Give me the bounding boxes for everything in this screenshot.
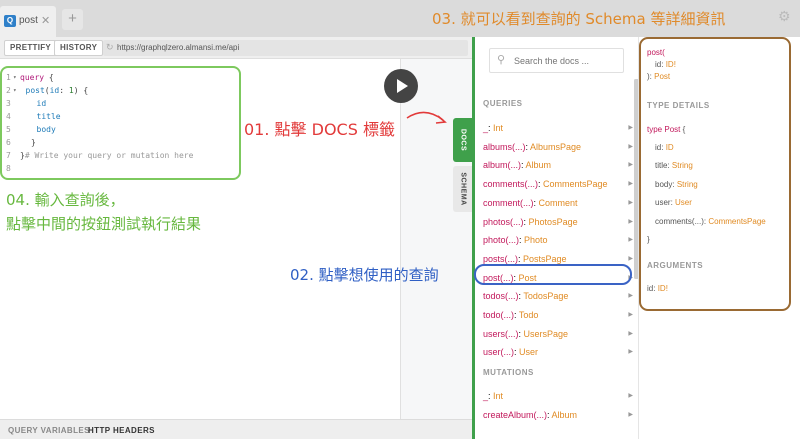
tab-title: post [19, 15, 38, 26]
query-variables-tab[interactable]: QUERY VARIABLES [8, 426, 90, 435]
query-item[interactable]: comment(...): Comment ▶ [483, 196, 633, 210]
docs-side-tab-label: DOCS [459, 128, 467, 152]
query-item-type[interactable]: UsersPage [524, 329, 569, 339]
query-item-name: photo(...) [483, 235, 520, 246]
query-item[interactable]: _: Int ▶ [483, 121, 633, 135]
docs-search-input[interactable] [514, 56, 619, 66]
mutation-item[interactable]: createAlbum(...): Album ▶ [483, 408, 633, 422]
schema-side-tab-label: SCHEMA [459, 172, 467, 206]
chevron-right-icon: ▶ [628, 181, 633, 188]
detail-highlight-box [639, 37, 791, 311]
query-item[interactable]: albums(...): AlbumsPage ▶ [483, 140, 633, 154]
annotation-01: 01. 點擊 DOCS 標籤 [244, 120, 395, 139]
chevron-right-icon: ▶ [628, 393, 633, 399]
query-item[interactable]: photos(...): PhotosPage ▶ [483, 215, 633, 229]
reload-icon[interactable]: ↻ [106, 42, 114, 53]
query-item-name: user(...) [483, 347, 515, 358]
http-headers-tab[interactable]: HTTP HEADERS [88, 426, 155, 435]
query-item-name: albums(...) [483, 141, 526, 152]
schema-side-tab[interactable]: SCHEMA [453, 166, 473, 212]
query-item-type[interactable]: User [519, 347, 538, 357]
query-item[interactable]: album(...): Album ▶ [483, 158, 633, 172]
chevron-right-icon: ▶ [628, 162, 633, 169]
queries-section-title: QUERIES [483, 99, 523, 108]
chevron-right-icon: ▶ [628, 293, 633, 300]
query-item-name: comment(...) [483, 197, 534, 208]
history-button[interactable]: HISTORY [54, 40, 104, 56]
query-item-name: album(...) [483, 160, 522, 171]
chevron-right-icon: ▶ [628, 218, 633, 225]
query-item[interactable]: user(...): User ▶ [483, 345, 633, 359]
query-item-type[interactable]: PhotosPage [529, 217, 578, 227]
mutation-item-name: _ [483, 391, 489, 401]
add-tab-button[interactable]: + [62, 9, 83, 30]
mutations-section-title: MUTATIONS [483, 368, 534, 377]
query-item[interactable]: users(...): UsersPage ▶ [483, 327, 633, 341]
annotation-02: 02. 點擊想使用的查詢 [290, 266, 439, 284]
chevron-right-icon: ▶ [628, 199, 633, 206]
query-item[interactable]: todo(...): Todo ▶ [483, 308, 633, 322]
toolbar: PRETTIFY HISTORY ↻ https://graphqlzero.a… [0, 37, 472, 59]
graphql-playground-logo: Q [4, 15, 16, 27]
docs-search[interactable]: ⚲ [489, 48, 624, 73]
query-item-type[interactable]: Todo [519, 310, 539, 320]
prettify-button[interactable]: PRETTIFY [4, 40, 58, 56]
endpoint-url-bar[interactable]: ↻ https://graphqlzero.almansi.me/api [103, 40, 468, 56]
query-item-type[interactable]: TodosPage [523, 291, 568, 301]
chevron-right-icon: ▶ [628, 330, 633, 337]
query-item-type[interactable]: Album [526, 160, 552, 170]
query-item-name: _ [483, 123, 489, 133]
annotation-04-line2: 點擊中間的按鈕測試執行結果 [6, 215, 202, 233]
docs-panel: ⚲ QUERIES _: Int▶albums(...): AlbumsPage… [472, 37, 639, 439]
chevron-right-icon: ▶ [628, 412, 633, 418]
tab-post[interactable]: Q post ✕ [0, 6, 56, 37]
query-item-name: comments(...) [483, 179, 539, 190]
query-highlight-box [0, 66, 241, 180]
mutation-item-name: createAlbum(...) [483, 410, 548, 420]
close-icon[interactable]: ✕ [41, 14, 50, 27]
post-query-highlight-box [474, 264, 632, 285]
query-item-type[interactable]: Photo [524, 235, 548, 245]
query-item[interactable]: photo(...): Photo ▶ [483, 233, 633, 247]
play-icon [397, 79, 408, 93]
endpoint-url: https://graphqlzero.almansi.me/api [117, 43, 240, 52]
query-item-type[interactable]: Comment [539, 198, 578, 208]
chevron-right-icon: ▶ [628, 143, 633, 150]
chevron-right-icon: ▶ [628, 255, 633, 262]
chevron-right-icon: ▶ [628, 349, 633, 356]
query-item[interactable]: comments(...): CommentsPage ▶ [483, 177, 633, 191]
docs-side-tab[interactable]: DOCS [453, 118, 473, 162]
mutation-item-type[interactable]: Album [552, 410, 578, 420]
query-item-name: todos(...) [483, 291, 519, 302]
search-icon: ⚲ [497, 54, 506, 66]
gear-icon[interactable]: ⚙ [778, 8, 791, 25]
annotation-03: 03. 就可以看到查詢的 Schema 等詳細資訊 [432, 10, 726, 28]
chevron-right-icon: ▶ [628, 237, 633, 244]
query-item-type[interactable]: CommentsPage [543, 179, 608, 189]
query-item-name: photos(...) [483, 216, 524, 227]
annotation-04-line1: 04. 輸入查詢後， [6, 191, 125, 209]
query-item-type[interactable]: AlbumsPage [530, 142, 581, 152]
chevron-right-icon: ▶ [628, 125, 633, 131]
mutation-item[interactable]: _: Int ▶ [483, 389, 633, 403]
query-item-type[interactable]: Int [493, 123, 503, 133]
query-item[interactable]: todos(...): TodosPage ▶ [483, 289, 633, 303]
mutation-item-type[interactable]: Int [493, 391, 503, 401]
execute-query-button[interactable] [384, 69, 418, 103]
query-item-type[interactable]: PostsPage [523, 254, 567, 264]
annotation-arrow-icon [406, 111, 447, 124]
query-item-name: posts(...) [483, 253, 519, 264]
chevron-right-icon: ▶ [628, 312, 633, 318]
bottom-bar: QUERY VARIABLES HTTP HEADERS [0, 419, 472, 439]
query-item-name: users(...) [483, 328, 519, 339]
annotation-04: 04. 輸入查詢後， 點擊中間的按鈕測試執行結果 [6, 188, 201, 236]
query-item-name: todo(...) [483, 310, 515, 320]
